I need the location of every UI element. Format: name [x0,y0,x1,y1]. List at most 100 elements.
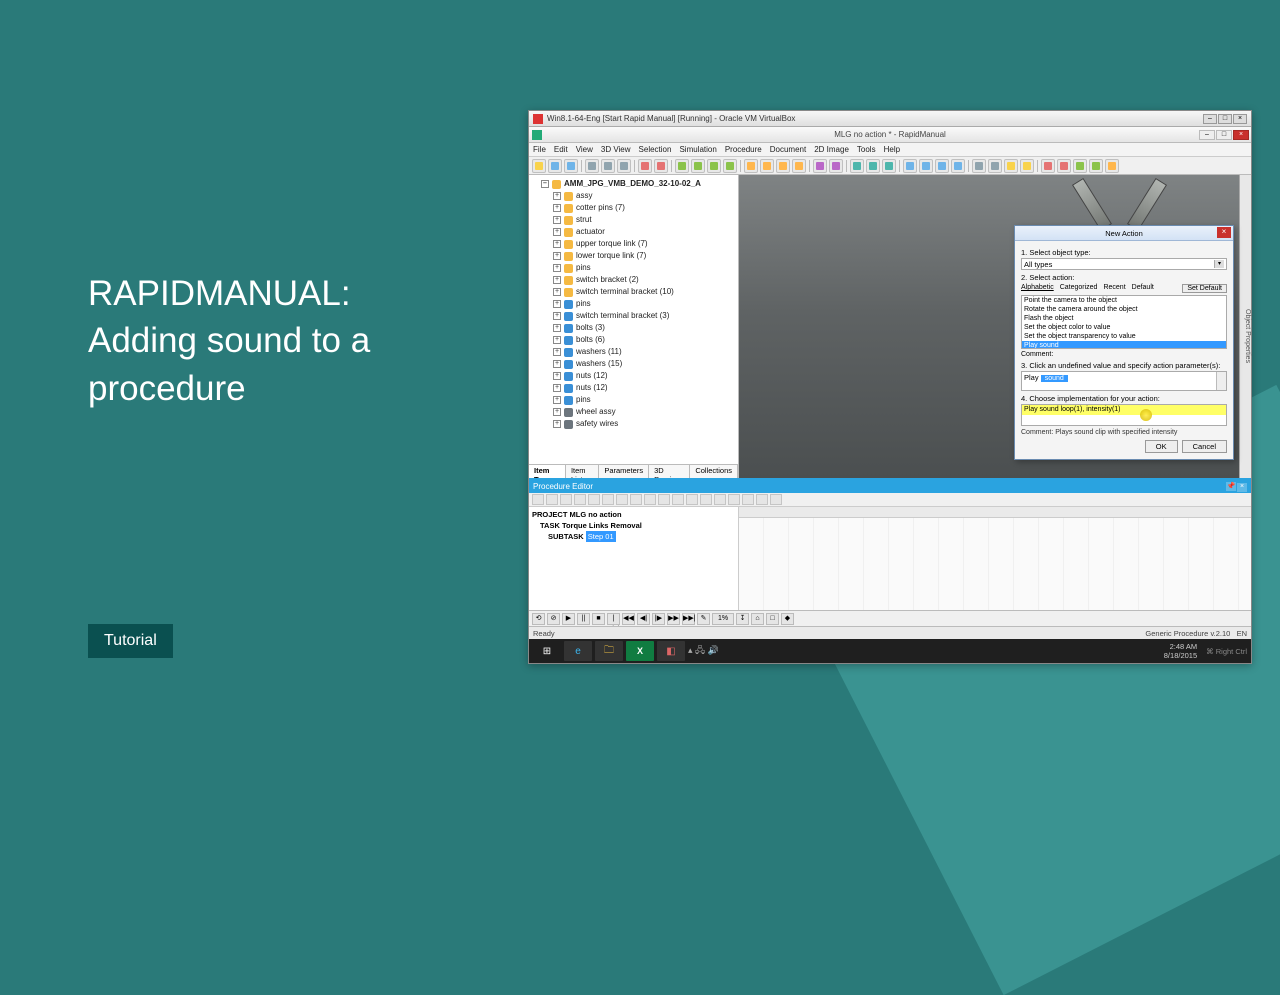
set-default-button[interactable]: Set Default [1182,284,1227,293]
proc-tool-icon[interactable] [658,494,670,505]
proc-tool-icon[interactable] [616,494,628,505]
proc-tool-icon[interactable] [770,494,782,505]
proc-tool-icon[interactable] [588,494,600,505]
toolbar-new-icon[interactable] [532,159,546,173]
toolbar-material-icon[interactable] [829,159,843,173]
expand-icon[interactable]: + [553,300,561,308]
system-tray-clock[interactable]: 2:48 AM 8/18/2015 [1164,642,1199,660]
expand-icon[interactable]: + [553,372,561,380]
playback-stop-all-icon[interactable]: ⊘ [547,613,560,625]
expand-icon[interactable]: + [553,420,561,428]
tree-item[interactable]: +bolts (3) [531,322,736,334]
taskbar-app-icon[interactable]: ◧ [657,641,685,661]
taskbar-ie-icon[interactable]: e [564,641,592,661]
expand-icon[interactable]: + [553,396,561,404]
tab-categorized[interactable]: Categorized [1060,284,1098,293]
toolbar-cut-icon[interactable] [585,159,599,173]
vm-minimize-button[interactable]: – [1203,114,1217,124]
procedure-editor-header[interactable]: Procedure Editor 📌× [529,480,1251,493]
proc-project[interactable]: PROJECT MLG no action [532,509,735,520]
rm-maximize-button[interactable]: □ [1216,130,1232,140]
proc-tool-icon[interactable] [602,494,614,505]
tab-item-list[interactable]: Item List [566,465,599,478]
expand-icon[interactable]: + [553,240,561,248]
toolbar-select-icon[interactable] [675,159,689,173]
proc-tool-icon[interactable] [532,494,544,505]
tab-recent[interactable]: Recent [1103,284,1125,293]
action-option[interactable]: Play sound [1022,341,1226,349]
expand-icon[interactable]: + [553,384,561,392]
toolbar-record-icon[interactable] [1057,159,1071,173]
tree-item[interactable]: +assy [531,190,736,202]
implementation-box[interactable]: Play sound loop(1), intensity(1) [1021,404,1227,426]
toolbar-view-top-icon[interactable] [935,159,949,173]
playback-forward-icon[interactable]: ▶▶ [667,613,680,625]
playback-repeat-icon[interactable]: ⟲ [532,613,545,625]
proc-tool-icon[interactable] [756,494,768,505]
menu-selection[interactable]: Selection [639,145,672,154]
3d-viewport[interactable]: Object Properties New Action × 1. Select… [739,175,1251,478]
taskbar-explorer-icon[interactable]: 🗀 [595,641,623,661]
menu-edit[interactable]: Edit [554,145,568,154]
toolbar-publish-icon[interactable] [1073,159,1087,173]
expand-icon[interactable]: + [553,348,561,356]
proc-tool-icon[interactable] [672,494,684,505]
tree-item[interactable]: +switch terminal bracket (3) [531,310,736,322]
expand-icon[interactable]: + [553,228,561,236]
parameter-box[interactable]: Play sound [1021,371,1227,391]
toolbar-export-icon[interactable] [1089,159,1103,173]
expand-icon[interactable]: + [553,336,561,344]
tree-item[interactable]: +washers (15) [531,358,736,370]
toolbar-copy-icon[interactable] [601,159,615,173]
playback-last-icon[interactable]: ▶▶| [682,613,695,625]
toolbar-measure-icon[interactable] [850,159,864,173]
tree-item[interactable]: +lower torque link (7) [531,250,736,262]
action-option[interactable]: Rotate the camera around the object [1022,305,1226,314]
playback-first-icon[interactable]: |◀◀ [607,613,620,625]
toolbar-light-icon[interactable] [813,159,827,173]
expand-icon[interactable]: + [553,252,561,260]
toolbar-save-icon[interactable] [564,159,578,173]
playback-marker-icon[interactable]: ◆ [781,613,794,625]
expand-icon[interactable]: – [541,180,549,188]
tab-collections[interactable]: Collections [690,465,738,478]
expand-icon[interactable]: + [553,324,561,332]
playback-stop-icon[interactable]: ■ [592,613,605,625]
panel-close-icon[interactable]: × [1237,483,1247,492]
toolbar-render-icon[interactable] [1004,159,1018,173]
toolbar-undo-icon[interactable] [638,159,652,173]
expand-icon[interactable]: + [553,264,561,272]
action-option[interactable]: Flash the object [1022,314,1226,323]
param-scrollbar[interactable] [1216,372,1226,390]
toolbar-settings-icon[interactable] [1105,159,1119,173]
menu-3dview[interactable]: 3D View [601,145,631,154]
toolbar-zoom-icon[interactable] [760,159,774,173]
rm-minimize-button[interactable]: – [1199,130,1215,140]
tree-item[interactable]: +pins [531,262,736,274]
expand-icon[interactable]: + [553,204,561,212]
toolbar-open-icon[interactable] [548,159,562,173]
tree-item[interactable]: +actuator [531,226,736,238]
tree-item[interactable]: +safety wires [531,418,736,430]
toolbar-rotate-icon[interactable] [707,159,721,173]
toolbar-view-front-icon[interactable] [903,159,917,173]
panel-pin-icon[interactable]: 📌 [1226,482,1236,491]
toolbar-play-icon[interactable] [1041,159,1055,173]
playback-download-icon[interactable]: ↧ [736,613,749,625]
tree-item[interactable]: +pins [531,298,736,310]
expand-icon[interactable]: + [553,192,561,200]
toolbar-orbit-icon[interactable] [792,159,806,173]
object-type-dropdown[interactable]: All types▾ [1021,258,1227,270]
tree-item[interactable]: +switch terminal bracket (10) [531,286,736,298]
tab-parameters[interactable]: Parameters [599,465,649,478]
tree-item[interactable]: +upper torque link (7) [531,238,736,250]
tree-item[interactable]: +nuts (12) [531,370,736,382]
proc-tool-icon[interactable] [630,494,642,505]
menu-file[interactable]: File [533,145,546,154]
vm-close-button[interactable]: × [1233,114,1247,124]
playback-pause-icon[interactable]: || [577,613,590,625]
taskbar-excel-icon[interactable]: X [626,641,654,661]
implementation-row[interactable]: Play sound loop(1), intensity(1) [1022,405,1226,415]
menu-help[interactable]: Help [884,145,900,154]
toolbar-view-iso-icon[interactable] [951,159,965,173]
